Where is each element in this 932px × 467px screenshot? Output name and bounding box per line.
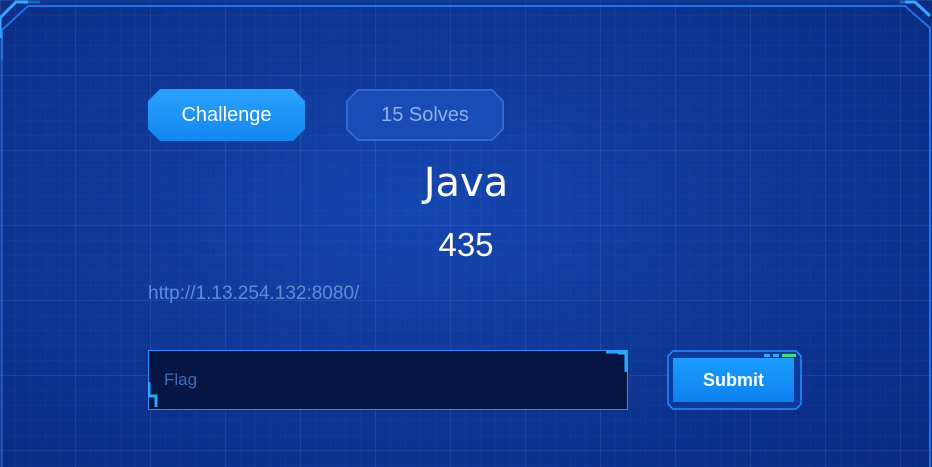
challenge-points: 435 — [438, 226, 494, 263]
tab-challenge-label: Challenge — [181, 103, 272, 126]
challenge-title: Java — [423, 160, 509, 206]
tab-solves-outline — [346, 89, 504, 141]
flag-field-container — [148, 350, 628, 410]
flag-input[interactable] — [149, 351, 627, 409]
submit-button-container: Submit — [667, 350, 802, 410]
submit-button[interactable]: Submit — [673, 358, 794, 402]
tab-challenge[interactable]: Challenge — [148, 89, 305, 141]
challenge-url-link[interactable]: http://1.13.254.132:8080/ — [148, 283, 359, 305]
